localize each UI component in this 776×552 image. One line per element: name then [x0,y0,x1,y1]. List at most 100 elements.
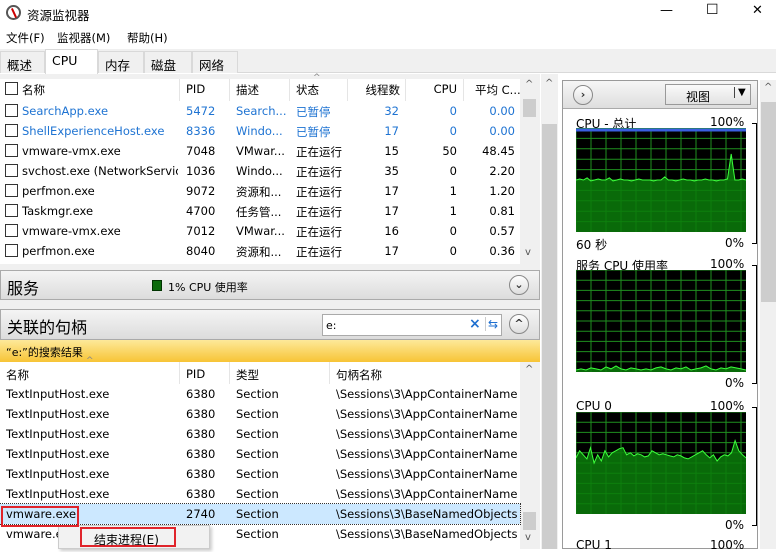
handle-row[interactable]: TextInputHost.exe 6380 Section \Sessions… [0,484,520,504]
process-threads: 32 [384,104,399,118]
services-section-header[interactable]: 服务 1% CPU 使用率 ⌄ [0,270,540,300]
collapse-panel-button[interactable]: › [573,85,593,105]
tab-disk[interactable]: 磁盘 [144,51,192,73]
handle-row[interactable]: TextInputHost.exe 6380 Section \Sessions… [0,444,520,464]
process-row[interactable]: Taskmgr.exe 4700 任务管... 正在运行 17 1 0.81 [0,201,520,221]
dropdown-arrow-icon[interactable]: ▼ [734,87,746,98]
handle-process-name: TextInputHost.exe [6,407,110,421]
scroll-thumb[interactable] [523,512,536,530]
menu-monitor[interactable]: 监视器(M) [57,30,110,46]
graph-max-label: 100% [710,538,745,552]
column-description[interactable]: 描述 [236,82,259,98]
handles-table-header: ^ 名称 PID 类型 句柄名称 [0,356,520,384]
process-pid: 7012 [186,224,216,238]
process-checkbox[interactable] [5,184,18,197]
column-handle-name[interactable]: 句柄名称 [336,367,382,383]
process-status: 已暂停 [296,125,331,139]
process-average-cpu: 1.20 [489,184,515,198]
tab-memory[interactable]: 内存 [98,51,144,73]
services-cpu-usage: 1% CPU 使用率 [168,281,248,294]
process-cpu: 0 [449,104,457,118]
handle-pid: 6380 [186,447,216,461]
process-description: 任务管... [236,205,282,219]
graph-area [576,440,746,514]
process-row[interactable]: ShellExperienceHost.exe 8336 Windo... 已暂… [0,121,520,141]
process-row[interactable]: SearchApp.exe 5472 Search... 已暂停 32 0 0.… [0,101,520,121]
process-checkbox[interactable] [5,144,18,157]
handle-type: Section [236,527,279,541]
process-row[interactable]: vmware-vmx.exe 7012 VMwar... 正在运行 16 0 0… [0,221,520,241]
column-status[interactable]: 状态 [296,82,319,98]
graph-max-label: 100% [710,399,745,413]
process-checkbox[interactable] [5,124,18,137]
handle-search-input[interactable]: e: [326,319,336,332]
maximize-button[interactable]: ☐ [706,2,719,18]
column-threads[interactable]: 线程数 [340,82,401,98]
scroll-up-icon[interactable]: ^ [525,79,533,90]
handle-row[interactable]: TextInputHost.exe 6380 Section \Sessions… [0,464,520,484]
process-description: 资源和... [236,245,282,259]
search-results-label: “e:”的搜索结果 [6,346,83,359]
scroll-thumb[interactable] [523,99,536,117]
handle-row[interactable]: TextInputHost.exe 6380 Section \Sessions… [0,424,520,444]
process-row[interactable]: svchost.exe (NetworkService) 1036 Windo.… [0,161,520,181]
process-cpu: 0 [449,164,457,178]
handles-table-scrollbar[interactable]: ^ v [521,362,538,549]
handle-search-box[interactable]: e: × ⇆ [322,314,502,336]
end-process-menu-item[interactable]: 结束进程(E) [80,527,176,547]
column-cpu[interactable]: CPU [410,82,457,96]
scroll-thumb[interactable] [542,124,557,549]
scroll-thumb[interactable] [761,102,776,302]
view-label: 视图 [686,90,711,104]
process-row[interactable]: perfmon.exe 9072 资源和... 正在运行 17 1 1.20 [0,181,520,201]
graph-min-label: 0% [725,236,745,250]
process-name: ShellExperienceHost.exe [22,124,165,138]
process-table-scrollbar[interactable]: ^ v [521,79,538,264]
process-checkbox[interactable] [5,244,18,257]
menu-file[interactable]: 文件(F) [6,30,45,46]
scroll-down-icon[interactable]: v [525,532,531,543]
clear-search-icon[interactable]: × [469,316,481,332]
column-type[interactable]: 类型 [236,367,259,383]
process-row[interactable]: vmware-vmx.exe 7048 VMwar... 正在运行 15 50 … [0,141,520,161]
process-checkbox[interactable] [5,164,18,177]
process-status: 正在运行 [296,185,342,199]
handle-row[interactable]: TextInputHost.exe 6380 Section \Sessions… [0,384,520,404]
tab-network[interactable]: 网络 [192,51,238,73]
process-threads: 17 [384,124,399,138]
expand-services-button[interactable]: ⌄ [509,275,529,295]
handle-row[interactable]: TextInputHost.exe 6380 Section \Sessions… [0,404,520,424]
process-description: VMwar... [236,224,285,238]
process-checkbox[interactable] [5,204,18,217]
tab-overview[interactable]: 概述 [0,51,45,73]
view-button[interactable]: 视图 ▼ [665,84,751,105]
column-name[interactable]: 名称 [22,82,45,98]
graphs-panel-scrollbar[interactable]: ^ [760,80,776,549]
handle-name: \Sessions\3\AppContainerName... [336,467,518,481]
menu-help[interactable]: 帮助(H) [127,30,168,46]
minimize-button[interactable]: — [660,3,673,18]
column-pid[interactable]: PID [186,367,205,381]
handle-type: Section [236,507,279,521]
scroll-up-icon[interactable]: ^ [545,78,553,89]
refresh-search-icon[interactable]: ⇆ [485,317,498,331]
close-button[interactable]: ✕ [752,3,763,18]
scroll-up-icon[interactable]: ^ [525,364,533,375]
process-description: Search... [236,104,287,118]
process-average-cpu: 0.36 [489,244,515,258]
process-checkbox[interactable] [5,224,18,237]
column-pid[interactable]: PID [186,82,205,96]
scroll-up-icon[interactable]: ^ [764,82,772,93]
handle-name: \Sessions\3\AppContainerName... [336,447,518,461]
tab-cpu[interactable]: CPU [45,49,98,74]
graph-max-label: 100% [710,257,745,271]
left-pane-scrollbar[interactable]: ^ [541,74,558,549]
process-row[interactable]: perfmon.exe 8040 资源和... 正在运行 17 0 0.36 [0,241,520,261]
context-menu: 结束进程(E) [58,525,210,549]
process-checkbox[interactable] [5,104,18,117]
column-average-cpu[interactable]: 平均 C... [475,82,520,98]
column-name[interactable]: 名称 [6,367,29,383]
select-all-checkbox[interactable] [5,82,18,95]
collapse-handles-button[interactable]: ^ [509,314,529,334]
scroll-down-icon[interactable]: v [525,247,531,258]
